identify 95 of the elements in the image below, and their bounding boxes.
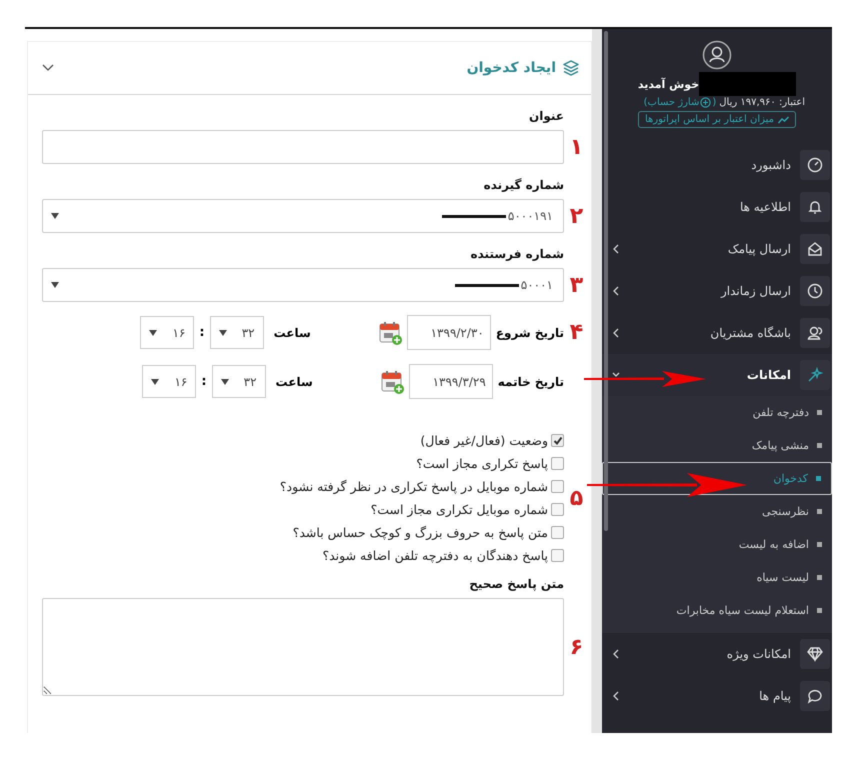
- checkbox-label: وضعیت (فعال/غیر فعال): [420, 433, 548, 448]
- time-label: ساعت: [272, 326, 311, 340]
- chevron-icon: [612, 691, 620, 701]
- minute-select[interactable]: ۳۲: [210, 316, 264, 349]
- checkbox[interactable]: [551, 503, 564, 516]
- date-field[interactable]: ۱۳۹۹/۳/۲۹: [408, 364, 493, 399]
- annotation-number: ۶: [568, 634, 584, 660]
- annotation-number: ۲: [568, 204, 584, 228]
- checkbox[interactable]: [551, 457, 564, 470]
- time-separator: :: [201, 374, 207, 389]
- date-label: تاریخ خاتمه: [496, 374, 564, 388]
- checkbox[interactable]: [551, 549, 564, 562]
- hour-select[interactable]: ۱۶: [142, 365, 196, 398]
- select-field[interactable]: ۵۰۰۰۱: [42, 268, 564, 302]
- menu-item[interactable]: امکانات: [602, 354, 832, 396]
- welcome-text: خوش آمدید: [638, 78, 700, 90]
- dropdown-icon: [218, 330, 227, 336]
- field-label: متن پاسخ صحیح: [469, 576, 565, 593]
- checkbox[interactable]: [551, 434, 564, 447]
- calendar-icon[interactable]: [378, 320, 403, 344]
- hour-select[interactable]: ۱۶: [140, 316, 194, 349]
- menu-item-label: امکانات ویژه: [726, 647, 791, 661]
- field-label: شماره گیرنده: [484, 177, 565, 194]
- submenu-item[interactable]: کدخوان: [602, 462, 832, 495]
- submenu-item[interactable]: نظرسنجی: [602, 495, 832, 528]
- checkbox-label: شماره موبایل در پاسخ تکراری در نظر گرفته نشود؟: [280, 479, 548, 494]
- annotation-number: ۱: [568, 134, 584, 160]
- checkbox-label: پاسخ تکراری مجاز است؟: [416, 456, 548, 471]
- calendar-icon[interactable]: [380, 370, 405, 394]
- menu-item[interactable]: پیام ها: [602, 675, 832, 717]
- trend-line-icon: [778, 116, 790, 124]
- submenu-item[interactable]: منشی پیامک: [602, 429, 832, 462]
- menu-item[interactable]: داشبورد: [602, 144, 832, 186]
- users-icon: [807, 325, 823, 341]
- redaction-mark: [454, 284, 519, 286]
- field-label: عنوان: [529, 108, 565, 125]
- time-label: ساعت: [274, 374, 313, 388]
- dropdown-icon: [220, 378, 229, 384]
- minute-select[interactable]: ۳۲: [212, 365, 266, 398]
- plus-circle-icon: [700, 97, 712, 108]
- chevron-icon: [612, 649, 620, 659]
- gauge-icon: [807, 157, 823, 173]
- submenu-item[interactable]: اضافه به لیست: [602, 528, 832, 561]
- operator-credit-button[interactable]: میزان اعتبار بر اساس اپراتورها: [638, 111, 796, 128]
- chevron-icon: [612, 328, 620, 338]
- checkbox[interactable]: [551, 480, 564, 493]
- submenu-item[interactable]: دفترچه تلفن: [602, 396, 832, 429]
- credit-text: اعتبار: ۱۹۷,۹۶۰ ریال: [719, 97, 805, 108]
- menu-item[interactable]: باشگاه مشتریان: [602, 312, 832, 354]
- magic-wand-icon: [807, 367, 823, 383]
- checkbox-label: متن پاسخ به حروف بزرگ و کوچک حساس باشد؟: [292, 525, 548, 540]
- select-field[interactable]: ۵۰۰۰۱۹۱: [42, 199, 564, 233]
- layers-icon: [562, 59, 580, 77]
- menu-item-label: داشبورد: [751, 158, 791, 172]
- answer-textarea[interactable]: [42, 598, 564, 696]
- date-field[interactable]: ۱۳۹۹/۲/۳۰: [406, 315, 491, 350]
- text-field[interactable]: [42, 130, 564, 164]
- menu-item[interactable]: امکانات ویژه: [602, 633, 832, 675]
- time-separator: :: [199, 325, 205, 340]
- submenu-item[interactable]: لیست سیاه: [602, 561, 832, 594]
- annotation-number: ۵: [568, 486, 584, 510]
- checkbox-label: پاسخ دهندگان به دفترچه تلفن اضافه شوند؟: [322, 548, 548, 563]
- menu-item-label: باشگاه مشتریان: [710, 326, 791, 340]
- diamond-icon: [807, 646, 823, 662]
- chat-icon: [807, 688, 823, 704]
- chevron-icon: [612, 244, 620, 254]
- bell-icon: [807, 199, 823, 215]
- menu-item[interactable]: ارسال زماندار: [602, 270, 832, 312]
- menu-item[interactable]: ارسال پیامک: [602, 228, 832, 270]
- dropdown-icon: [51, 282, 59, 288]
- redaction-mark: [442, 214, 506, 218]
- chevron-down-icon[interactable]: [42, 64, 54, 72]
- menu-item-label: اطلاعیه ها: [740, 200, 791, 214]
- dropdown-icon: [151, 378, 160, 384]
- field-label: شماره فرستنده: [470, 246, 565, 263]
- menu-item-label: ارسال زماندار: [720, 284, 791, 298]
- checkbox-label: شماره موبایل تکراری مجاز است؟: [370, 502, 548, 517]
- menu-item-label: امکانات: [746, 368, 791, 382]
- clock-icon: [807, 283, 823, 299]
- menu-item[interactable]: اطلاعیه ها: [602, 186, 832, 228]
- menu-item-label: ارسال پیامک: [728, 242, 791, 256]
- checkbox[interactable]: [551, 526, 564, 539]
- charge-link[interactable]: ( شارژ حساب): [644, 97, 716, 108]
- envelope-icon: [807, 241, 823, 257]
- date-label: تاریخ شروع: [494, 326, 564, 340]
- dropdown-icon: [149, 330, 158, 336]
- submenu-item[interactable]: استعلام لیست سیاه مخابرات: [602, 594, 832, 627]
- card-title: ایجاد کدخوان: [466, 60, 556, 76]
- annotation-number: ۴: [568, 320, 584, 345]
- annotation-number: ۳: [568, 272, 584, 298]
- user-avatar-icon: [702, 40, 732, 70]
- menu-item-label: پیام ها: [759, 689, 791, 703]
- scrollbar-thumb[interactable]: [604, 31, 608, 531]
- dropdown-icon: [51, 213, 59, 219]
- chevron-icon: [612, 286, 620, 296]
